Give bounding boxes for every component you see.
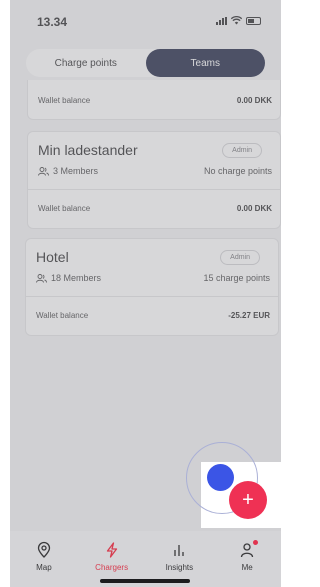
tab-label: Insights (165, 563, 194, 572)
home-indicator (100, 579, 190, 583)
notification-dot (253, 540, 259, 545)
team-card[interactable]: Wallet balance 0.00 DKK (27, 80, 281, 120)
add-team-button[interactable]: + (229, 481, 267, 519)
tab-me[interactable]: Me (219, 540, 275, 572)
tap-indicator (207, 464, 234, 491)
tab-label: Me (241, 563, 253, 572)
tab-teams[interactable]: Teams (145, 49, 265, 77)
lightning-icon (106, 542, 117, 558)
tab-label: Chargers (95, 563, 129, 572)
members-count: 3 Members (38, 166, 98, 176)
tab-charge-points[interactable]: Charge points (26, 49, 146, 77)
charge-points-count: No charge points (203, 166, 272, 176)
divider (28, 189, 280, 190)
map-pin-icon (37, 541, 51, 558)
members-label: 18 Members (51, 273, 102, 283)
signal-icon (216, 16, 227, 25)
segment-control: Charge points Teams (26, 49, 265, 77)
plus-icon: + (242, 488, 254, 511)
team-name: Min ladestander (38, 142, 138, 158)
wallet-balance-label: Wallet balance (36, 311, 89, 320)
members-label: 3 Members (53, 166, 99, 176)
bar-chart-icon (174, 545, 185, 556)
team-card[interactable]: Min ladestander Admin 3 Members No charg… (27, 131, 281, 229)
wifi-icon (231, 16, 242, 25)
users-icon (38, 166, 49, 176)
admin-badge: Admin (222, 143, 262, 158)
admin-badge: Admin (220, 250, 260, 265)
battery-icon (246, 16, 261, 25)
tab-map[interactable]: Map (16, 541, 72, 572)
team-card[interactable]: Hotel Admin 18 Members 15 charge points … (25, 238, 279, 336)
wallet-balance-label: Wallet balance (38, 204, 91, 213)
status-time: 13.34 (37, 15, 68, 29)
status-bar: 13.34 (10, 0, 281, 40)
members-count: 18 Members (36, 273, 101, 283)
charge-points-count: 15 charge points (203, 273, 270, 283)
user-icon (238, 540, 259, 559)
users-icon (36, 273, 47, 283)
wallet-balance-value: 0.00 DKK (236, 96, 272, 105)
wallet-balance-label: Wallet balance (38, 96, 91, 105)
divider (26, 296, 278, 297)
tab-chargers[interactable]: Chargers (84, 541, 140, 572)
tab-label: Map (36, 563, 52, 572)
tab-insights[interactable]: Insights (151, 541, 207, 572)
wallet-balance-value: -25.27 EUR (228, 311, 270, 320)
wallet-balance-value: 0.00 DKK (236, 204, 272, 213)
status-icons (216, 16, 261, 25)
team-name: Hotel (36, 249, 69, 265)
